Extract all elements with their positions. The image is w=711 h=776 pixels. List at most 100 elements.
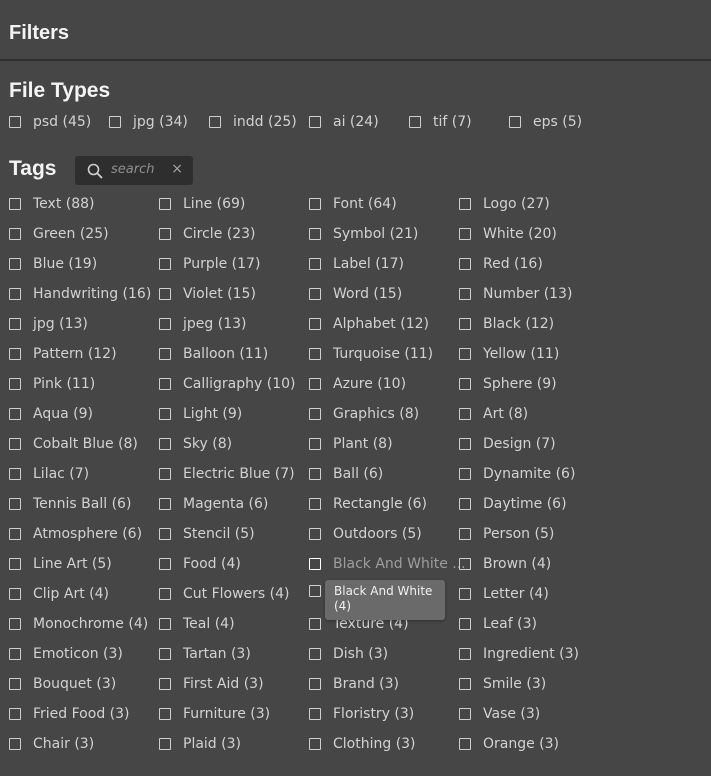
filter-option[interactable]: Stencil (5) xyxy=(159,525,255,543)
checkbox[interactable] xyxy=(9,498,21,510)
filter-option[interactable]: Outdoors (5) xyxy=(309,525,422,543)
filter-option[interactable]: Chair (3) xyxy=(9,735,94,753)
checkbox[interactable] xyxy=(159,228,171,240)
filter-option[interactable]: Handwriting (16) xyxy=(9,285,151,303)
checkbox[interactable] xyxy=(459,498,471,510)
filter-option[interactable]: psd (45) xyxy=(9,113,91,131)
filter-option[interactable]: Cut Flowers (4) xyxy=(159,585,290,603)
filter-option[interactable]: Number (13) xyxy=(459,285,572,303)
checkbox[interactable] xyxy=(309,648,321,660)
filter-option[interactable]: Tartan (3) xyxy=(159,645,251,663)
filter-option[interactable]: jpeg (13) xyxy=(159,315,246,333)
checkbox[interactable] xyxy=(9,288,21,300)
filter-option[interactable]: tif (7) xyxy=(409,113,472,131)
checkbox[interactable] xyxy=(159,198,171,210)
checkbox[interactable] xyxy=(459,348,471,360)
checkbox[interactable] xyxy=(459,378,471,390)
filter-option[interactable]: Black (12) xyxy=(459,315,554,333)
filter-option[interactable]: Dynamite (6) xyxy=(459,465,575,483)
checkbox[interactable] xyxy=(309,618,321,630)
filter-option[interactable]: Clothing (3) xyxy=(309,735,416,753)
checkbox[interactable] xyxy=(9,588,21,600)
checkbox[interactable] xyxy=(459,648,471,660)
filter-option[interactable]: ai (24) xyxy=(309,113,379,131)
checkbox[interactable] xyxy=(9,198,21,210)
clear-search-icon[interactable]: × xyxy=(171,161,183,177)
checkbox[interactable] xyxy=(9,738,21,750)
filter-option[interactable]: Text (88) xyxy=(9,195,95,213)
checkbox[interactable] xyxy=(9,348,21,360)
checkbox[interactable] xyxy=(459,318,471,330)
checkbox[interactable] xyxy=(509,116,521,128)
filter-option[interactable]: Alphabet (12) xyxy=(309,315,429,333)
checkbox[interactable] xyxy=(309,438,321,450)
checkbox[interactable] xyxy=(159,528,171,540)
checkbox[interactable] xyxy=(9,618,21,630)
checkbox[interactable] xyxy=(9,648,21,660)
checkbox[interactable] xyxy=(159,588,171,600)
filter-option[interactable]: Pink (11) xyxy=(9,375,95,393)
filter-option[interactable]: Symbol (21) xyxy=(309,225,418,243)
filter-option[interactable]: Dish (3) xyxy=(309,645,388,663)
filter-option[interactable]: Brown (4) xyxy=(459,555,551,573)
checkbox[interactable] xyxy=(159,738,171,750)
checkbox[interactable] xyxy=(9,258,21,270)
filter-option[interactable]: Electric Blue (7) xyxy=(159,465,295,483)
checkbox[interactable] xyxy=(459,228,471,240)
checkbox[interactable] xyxy=(9,558,21,570)
filter-option[interactable]: jpg (34) xyxy=(109,113,188,131)
checkbox[interactable] xyxy=(309,738,321,750)
checkbox[interactable] xyxy=(459,618,471,630)
filter-option[interactable]: Light (9) xyxy=(159,405,242,423)
checkbox[interactable] xyxy=(9,318,21,330)
filter-option[interactable]: Blue (19) xyxy=(9,255,97,273)
checkbox[interactable] xyxy=(159,258,171,270)
checkbox[interactable] xyxy=(459,408,471,420)
checkbox[interactable] xyxy=(309,348,321,360)
checkbox[interactable] xyxy=(309,708,321,720)
filter-option[interactable]: Red (16) xyxy=(459,255,543,273)
filter-option[interactable]: Monochrome (4) xyxy=(9,615,148,633)
checkbox[interactable] xyxy=(309,258,321,270)
checkbox[interactable] xyxy=(459,528,471,540)
filter-option[interactable]: Font (64) xyxy=(309,195,397,213)
checkbox[interactable] xyxy=(159,348,171,360)
filter-option[interactable]: Emoticon (3) xyxy=(9,645,123,663)
filter-option[interactable]: Daytime (6) xyxy=(459,495,567,513)
filter-option[interactable]: Calligraphy (10) xyxy=(159,375,295,393)
checkbox[interactable] xyxy=(9,528,21,540)
filter-option[interactable]: Pattern (12) xyxy=(9,345,117,363)
filter-option[interactable]: White (20) xyxy=(459,225,557,243)
checkbox[interactable] xyxy=(459,258,471,270)
checkbox[interactable] xyxy=(459,708,471,720)
filter-option[interactable]: indd (25) xyxy=(209,113,297,131)
checkbox[interactable] xyxy=(309,116,321,128)
checkbox[interactable] xyxy=(309,585,321,597)
filter-option[interactable]: Lilac (7) xyxy=(9,465,89,483)
checkbox[interactable] xyxy=(309,318,321,330)
checkbox[interactable] xyxy=(9,438,21,450)
filter-option[interactable]: Furniture (3) xyxy=(159,705,270,723)
checkbox[interactable] xyxy=(459,678,471,690)
checkbox[interactable] xyxy=(159,318,171,330)
checkbox[interactable] xyxy=(159,648,171,660)
filter-option[interactable]: Clip Art (4) xyxy=(9,585,109,603)
checkbox[interactable] xyxy=(159,498,171,510)
filter-option[interactable]: Fried Food (3) xyxy=(9,705,129,723)
filter-option[interactable]: First Aid (3) xyxy=(159,675,264,693)
filter-option[interactable]: Graphics (8) xyxy=(309,405,419,423)
filter-option[interactable]: Yellow (11) xyxy=(459,345,559,363)
filter-option[interactable]: Word (15) xyxy=(309,285,402,303)
checkbox[interactable] xyxy=(459,198,471,210)
filter-option[interactable]: Bouquet (3) xyxy=(9,675,116,693)
filter-option[interactable]: Sky (8) xyxy=(159,435,232,453)
filter-option[interactable]: Art (8) xyxy=(459,405,528,423)
filter-option[interactable]: Turquoise (11) xyxy=(309,345,433,363)
filter-option[interactable]: Azure (10) xyxy=(309,375,406,393)
checkbox[interactable] xyxy=(9,378,21,390)
checkbox[interactable] xyxy=(159,438,171,450)
filter-option[interactable]: Food (4) xyxy=(159,555,241,573)
filter-option[interactable]: eps (5) xyxy=(509,113,582,131)
filter-option[interactable]: Vase (3) xyxy=(459,705,540,723)
checkbox[interactable] xyxy=(9,468,21,480)
